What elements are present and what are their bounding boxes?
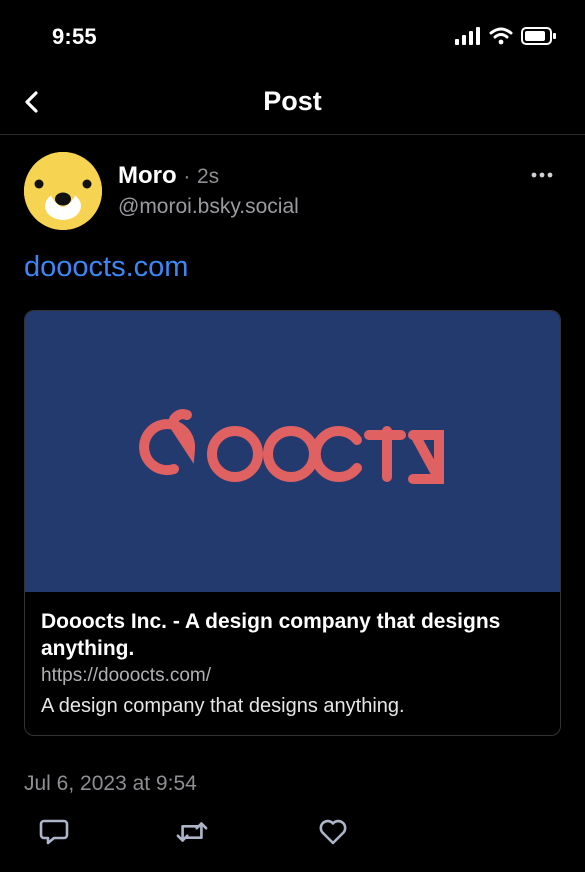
comment-icon [39, 819, 69, 845]
signal-icon [455, 27, 481, 50]
card-description: A design company that designs anything. [41, 695, 405, 717]
repost-icon [176, 822, 208, 842]
bear-avatar-icon [24, 152, 102, 230]
heart-icon [319, 819, 347, 845]
like-button[interactable] [317, 816, 349, 848]
dooctz-logo: dooctz [139, 409, 444, 484]
status-icons [455, 27, 557, 50]
author-name[interactable]: Moro [118, 162, 177, 189]
card-body: Dooocts Inc. - A design company that des… [25, 592, 560, 734]
author-line: Moro · 2s [118, 162, 219, 190]
reply-button[interactable] [38, 816, 70, 848]
status-bar: 9:55 [0, 0, 585, 70]
ellipsis-icon [531, 172, 553, 178]
more-options-button[interactable] [531, 168, 553, 180]
battery-icon [521, 27, 557, 50]
status-time: 9:55 [52, 24, 97, 49]
post-link[interactable]: dooocts.com [24, 251, 188, 284]
card-image: dooctz [25, 311, 560, 592]
post-date: Jul 6, 2023 at 9:54 [24, 772, 197, 795]
nav-bar: Post [0, 70, 585, 135]
post-time: 2s [197, 165, 220, 188]
post-actions [38, 816, 378, 850]
avatar[interactable] [24, 152, 102, 230]
card-title: Dooocts Inc. - A design company that des… [41, 610, 501, 660]
page-title: Post [263, 86, 322, 116]
repost-button[interactable] [176, 816, 208, 848]
card-url: https://dooocts.com/ [41, 665, 212, 686]
wifi-icon [489, 27, 513, 50]
link-preview-card[interactable]: dooctz Dooocts Inc. - A des [24, 310, 561, 736]
separator-dot: · [183, 165, 191, 188]
author-handle[interactable]: @moroi.bsky.social [118, 195, 299, 219]
